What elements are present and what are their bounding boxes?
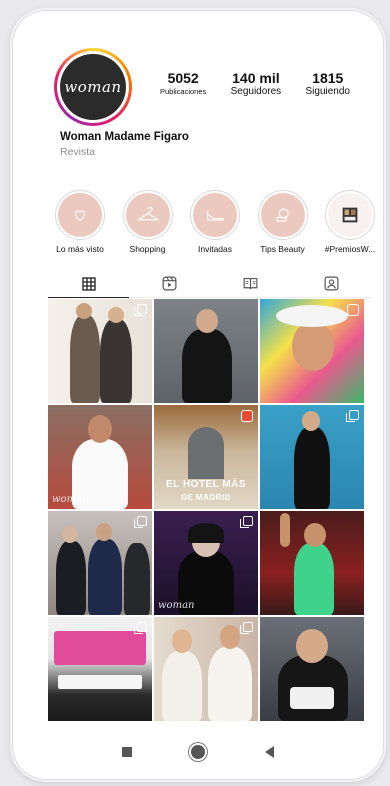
post-tile[interactable] <box>260 511 364 615</box>
tab-reels[interactable] <box>129 270 210 298</box>
carousel-icon <box>346 410 359 422</box>
stat-following[interactable]: 1815 Siguiendo <box>306 70 350 98</box>
highlight-ring <box>257 190 308 240</box>
highlight-cover <box>260 193 305 237</box>
highlight-premios[interactable]: #PremiosW... <box>320 190 380 254</box>
carousel-icon <box>134 516 147 528</box>
tab-guides[interactable] <box>210 270 291 298</box>
award-photo-icon <box>342 207 358 223</box>
highlight-shopping[interactable]: Shopping <box>118 190 178 254</box>
carousel-icon <box>240 622 253 634</box>
highlight-ring <box>190 190 240 240</box>
highlight-label: Invitadas <box>197 244 233 254</box>
carousel-icon <box>134 304 147 316</box>
avatar: woman <box>60 54 126 120</box>
profile-stats: 5052 Publicaciones 140 mil Seguidores 18… <box>160 70 350 98</box>
highlight-label: Lo más visto <box>56 244 104 254</box>
highlight-ring <box>325 190 375 240</box>
highlight-label: #PremiosW... <box>324 244 376 254</box>
hanger-icon <box>135 207 160 221</box>
tab-tagged[interactable] <box>291 270 372 298</box>
post-tile[interactable] <box>154 617 258 721</box>
reel-icon <box>241 410 253 422</box>
avatar-logo-text: woman <box>64 78 122 96</box>
compact-mirror-icon <box>275 208 289 222</box>
highlight-tips-beauty[interactable]: Tips Beauty <box>253 190 313 254</box>
reels-icon <box>162 276 177 291</box>
posts-grid: woman EL HOTEL MÁS DE MADRID woman <box>48 299 364 721</box>
highlight-ring <box>55 190 105 240</box>
highlight-lo-mas-visto[interactable]: Lo más visto <box>50 190 110 254</box>
profile-name: Woman Madame Figaro <box>60 131 189 143</box>
profile-category: Revista <box>60 146 96 158</box>
post-tile[interactable] <box>260 617 364 721</box>
reel-icon <box>347 304 359 316</box>
post-tile[interactable] <box>154 299 258 403</box>
back-button[interactable] <box>265 746 275 758</box>
post-overlay-title: EL HOTEL MÁS <box>165 479 247 490</box>
stat-posts[interactable]: 5052 Publicaciones <box>160 70 206 98</box>
post-tile[interactable] <box>48 617 152 721</box>
highlight-cover <box>58 193 102 237</box>
tab-grid[interactable] <box>48 270 129 298</box>
highlight-cover <box>328 193 372 237</box>
stat-posts-value: 5052 <box>167 70 199 86</box>
watermark-logo: woman <box>158 600 195 611</box>
highlight-invitadas[interactable]: Invitadas <box>185 190 245 254</box>
home-button[interactable] <box>191 745 206 759</box>
tagged-person-icon <box>324 276 339 291</box>
watermark-logo: woman <box>52 494 89 505</box>
profile-tabs <box>48 270 372 298</box>
guide-book-icon <box>243 277 258 290</box>
post-tile[interactable]: woman <box>154 511 258 615</box>
avatar-story-ring[interactable]: woman <box>54 48 132 126</box>
highlight-cover <box>125 193 170 237</box>
stat-posts-label: Publicaciones <box>160 87 207 96</box>
profile-screen: woman 5052 Publicaciones 140 mil Seguido… <box>12 10 384 780</box>
stat-followers-label: Seguidores <box>230 86 282 97</box>
grid-icon <box>81 276 96 291</box>
system-nav-bar <box>12 732 384 772</box>
post-overlay-subtitle: DE MADRID <box>181 493 231 502</box>
highlight-ring <box>122 190 173 240</box>
stat-following-label: Siguiendo <box>305 86 350 97</box>
post-tile[interactable] <box>48 299 152 403</box>
phone-frame: woman 5052 Publicaciones 140 mil Seguido… <box>12 10 384 780</box>
recents-button[interactable] <box>121 747 132 757</box>
story-highlights: Lo más visto Shopping Invitadas Tips Bea… <box>50 190 380 254</box>
post-tile[interactable] <box>260 405 364 509</box>
carousel-icon <box>240 516 253 528</box>
avatar-gap: woman <box>57 51 129 123</box>
post-tile[interactable]: woman <box>48 405 152 509</box>
carousel-icon <box>134 622 147 634</box>
stat-followers-value: 140 mil <box>232 70 280 86</box>
highlight-label: Shopping <box>129 244 166 254</box>
post-tile[interactable]: EL HOTEL MÁS DE MADRID <box>154 405 258 509</box>
post-tile[interactable] <box>48 511 152 615</box>
highlight-cover <box>193 193 237 237</box>
stat-followers[interactable]: 140 mil Seguidores <box>231 70 282 98</box>
heel-shoe-icon <box>207 210 224 221</box>
heart-icon <box>74 210 86 221</box>
post-tile[interactable] <box>260 299 364 403</box>
stat-following-value: 1815 <box>312 70 344 86</box>
highlight-label: Tips Beauty <box>260 244 305 254</box>
